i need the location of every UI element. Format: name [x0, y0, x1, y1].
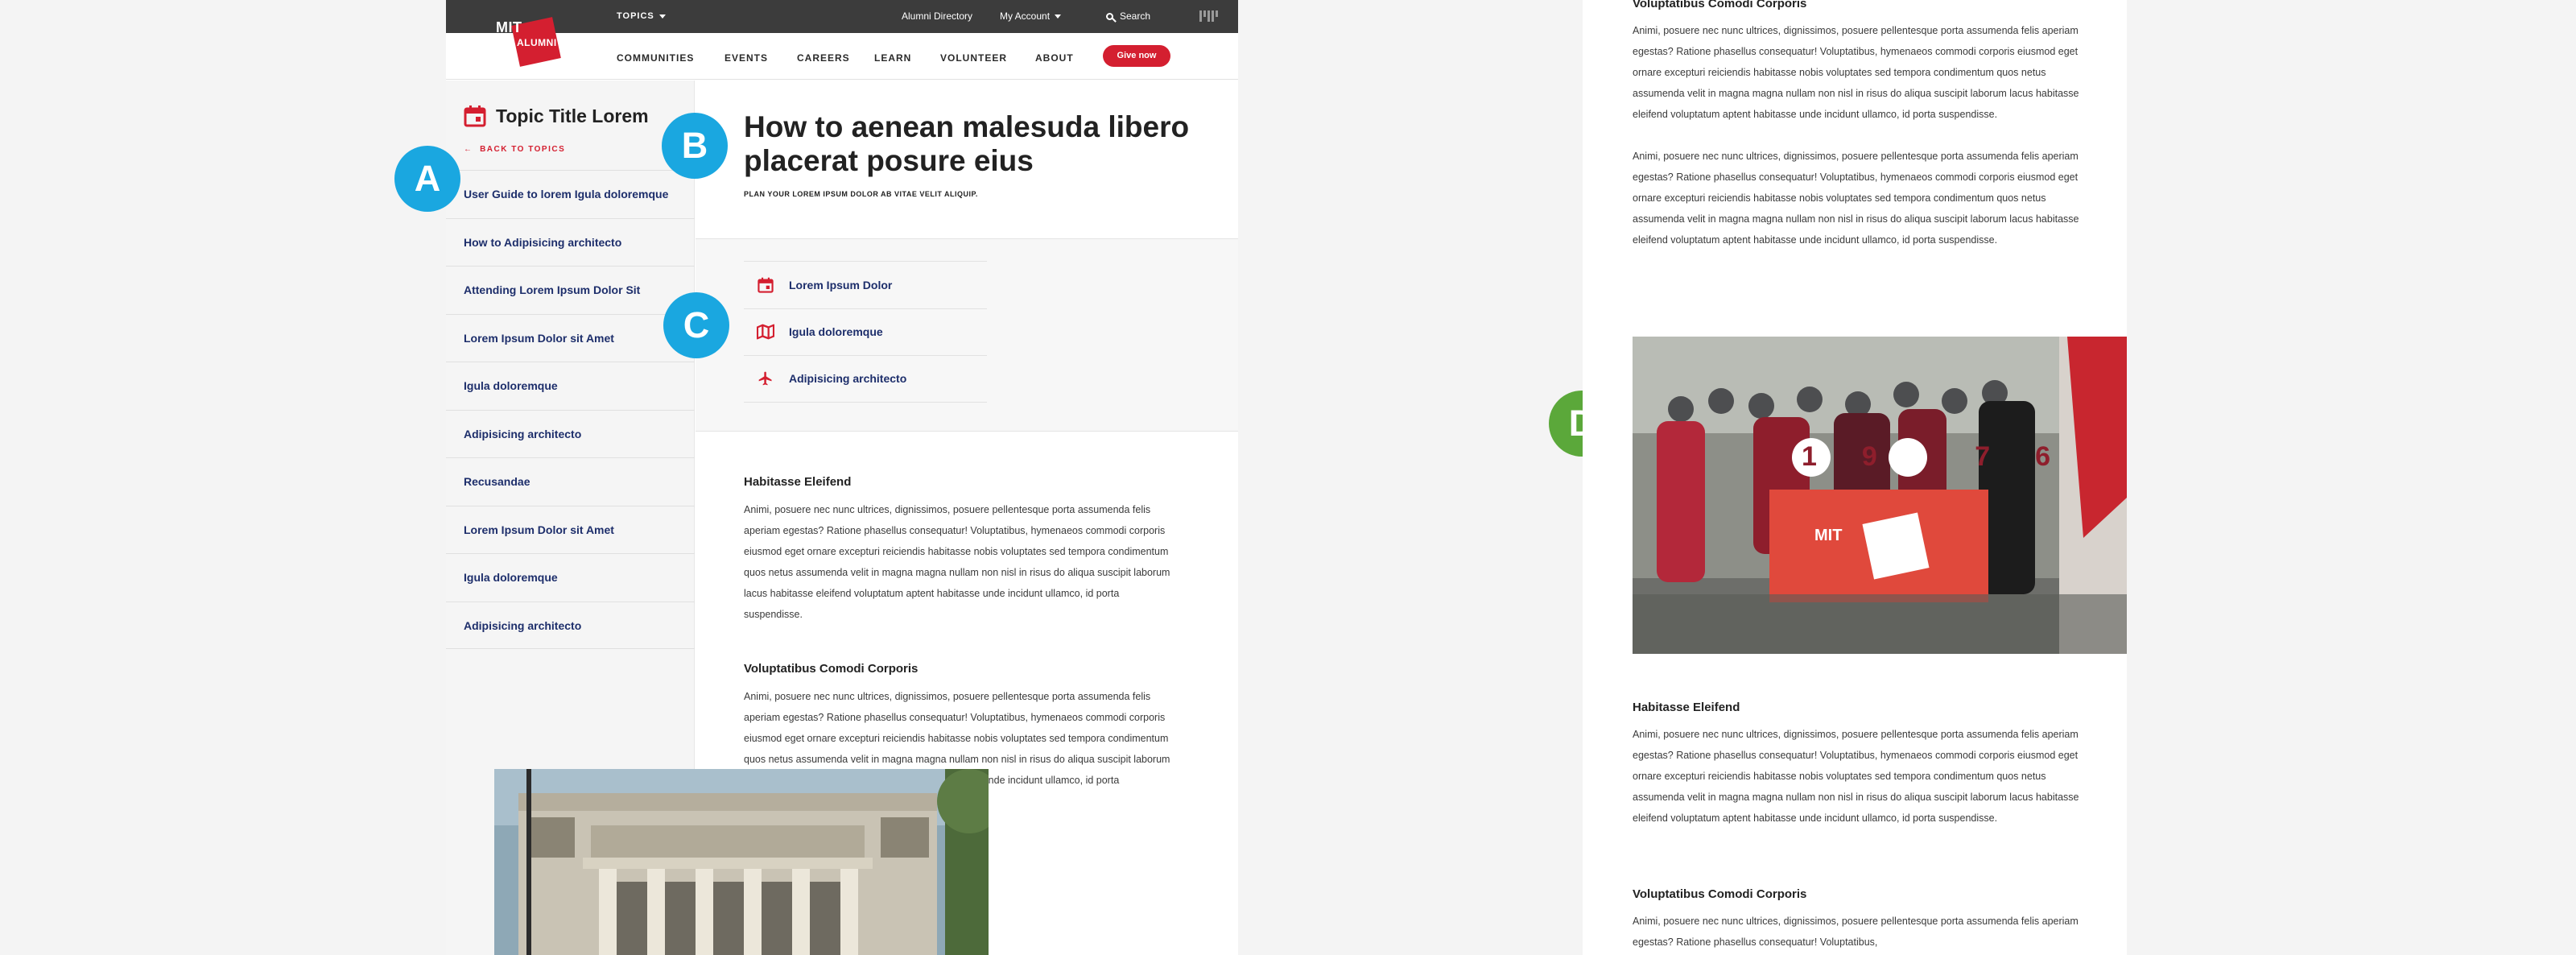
search-icon [1106, 13, 1113, 20]
sidebar-item[interactable]: Igula doloremque [446, 362, 695, 410]
quick-links-panel: Lorem Ipsum Dolor Igula doloremque Adipi… [696, 238, 1238, 432]
nav-careers[interactable]: CAREERS [797, 52, 850, 64]
section-body: Animi, posuere nec nunc ultrices, dignis… [1633, 729, 2079, 824]
sidebar-item[interactable]: How to Adipisicing architecto [446, 217, 695, 267]
desktop-mockup: TOPICS Alumni Directory My Account Searc… [446, 0, 1238, 955]
mit-wordmark-icon [1199, 10, 1218, 22]
nav-volunteer[interactable]: VOLUNTEER [940, 52, 1007, 64]
give-now-button[interactable]: Give now [1103, 45, 1170, 67]
content-section: Habitasse Eleifend Animi, posuere nec nu… [744, 475, 1179, 625]
section-heading: Voluptatibus Comodi Corporis [744, 662, 919, 676]
alumni-parade-photo: MIT ALUMNI 19 76 [1633, 337, 2127, 654]
article-detail-mockup: Voluptatibus Comodi Corporis Animi, posu… [1583, 0, 2127, 955]
class-year-sign: 19 76 [1802, 441, 2096, 472]
nav-communities[interactable]: COMMUNITIES [617, 52, 694, 64]
annotation-marker-c: C [663, 292, 729, 358]
search-button[interactable]: Search [1106, 10, 1150, 22]
chevron-down-icon [658, 14, 666, 19]
section-heading: Habitasse Eleifend [744, 475, 852, 489]
annotation-marker-a: A [394, 146, 460, 212]
topic-list: User Guide to lorem Igula doloremque How… [446, 170, 695, 649]
nav-learn[interactable]: LEARN [874, 52, 911, 64]
topic-title: Topic Title Lorem [496, 105, 649, 126]
content-section: Habitasse Eleifend Animi, posuere nec nu… [1633, 701, 2083, 850]
back-to-topics-link[interactable]: ← BACK TO TOPICS [464, 145, 565, 154]
quick-link[interactable]: Lorem Ipsum Dolor [744, 261, 987, 308]
sidebar-item[interactable]: Igula doloremque [446, 553, 695, 602]
arrow-left-icon: ← [464, 145, 481, 154]
section-body: Animi, posuere nec nunc ultrices, dignis… [744, 504, 1170, 620]
chevron-down-icon [1055, 14, 1062, 19]
section-heading: Habitasse Eleifend [1633, 701, 1740, 714]
page-subtitle: PLAN YOUR LOREM IPSUM DOLOR AB VITAE VEL… [744, 190, 978, 198]
sidebar-item[interactable]: Lorem Ipsum Dolor sit Amet [446, 313, 695, 362]
page-title: How to aenean malesuda libero placerat p… [744, 110, 1190, 177]
banner-alumni-text: ALUMNI [1874, 554, 1922, 568]
alumni-directory-link[interactable]: Alumni Directory [902, 10, 972, 22]
sidebar-item[interactable]: Recusandae [446, 457, 695, 506]
sidebar-item[interactable]: User Guide to lorem Igula doloremque [446, 170, 695, 218]
quick-link[interactable]: Igula doloremque [744, 308, 987, 356]
nav-events[interactable]: EVENTS [724, 52, 768, 64]
airplane-icon [757, 370, 774, 387]
banner-mit-text: MIT [1814, 527, 1843, 544]
map-icon [757, 323, 774, 341]
content-section: Voluptatibus Comodi Corporis Animi, posu… [1633, 887, 2083, 955]
sidebar-header: Topic Title Lorem [464, 105, 649, 127]
section-heading: Voluptatibus Comodi Corporis [1633, 0, 1807, 10]
section-body: Animi, posuere nec nunc ultrices, dignis… [1633, 151, 2079, 246]
content-section: Voluptatibus Comodi Corporis Animi, posu… [1633, 0, 2083, 271]
calendar-icon [464, 105, 486, 127]
sidebar-item[interactable]: Adipisicing architecto [446, 409, 695, 458]
main-nav: COMMUNITIES EVENTS CAREERS LEARN VOLUNTE… [446, 33, 1238, 80]
annotation-marker-b: B [662, 113, 728, 179]
section-heading: Voluptatibus Comodi Corporis [1633, 887, 1807, 901]
topics-dropdown[interactable]: TOPICS [617, 11, 666, 21]
quick-link[interactable]: Adipisicing architecto [744, 355, 987, 403]
calendar-icon [757, 276, 774, 294]
campus-building-photo [494, 769, 989, 955]
utility-bar: TOPICS Alumni Directory My Account Searc… [446, 0, 1238, 33]
mit-alumni-logo[interactable]: MIT ALUMNI [496, 17, 561, 68]
sidebar-item[interactable]: Lorem Ipsum Dolor sit Amet [446, 505, 695, 554]
section-body: Animi, posuere nec nunc ultrices, dignis… [1633, 916, 2079, 948]
section-body: Animi, posuere nec nunc ultrices, dignis… [1633, 25, 2079, 120]
sidebar-item[interactable]: Adipisicing architecto [446, 601, 695, 649]
sidebar-item[interactable]: Attending Lorem Ipsum Dolor Sit [446, 266, 695, 314]
my-account-dropdown[interactable]: My Account [1000, 10, 1062, 22]
nav-about[interactable]: ABOUT [1035, 52, 1074, 64]
